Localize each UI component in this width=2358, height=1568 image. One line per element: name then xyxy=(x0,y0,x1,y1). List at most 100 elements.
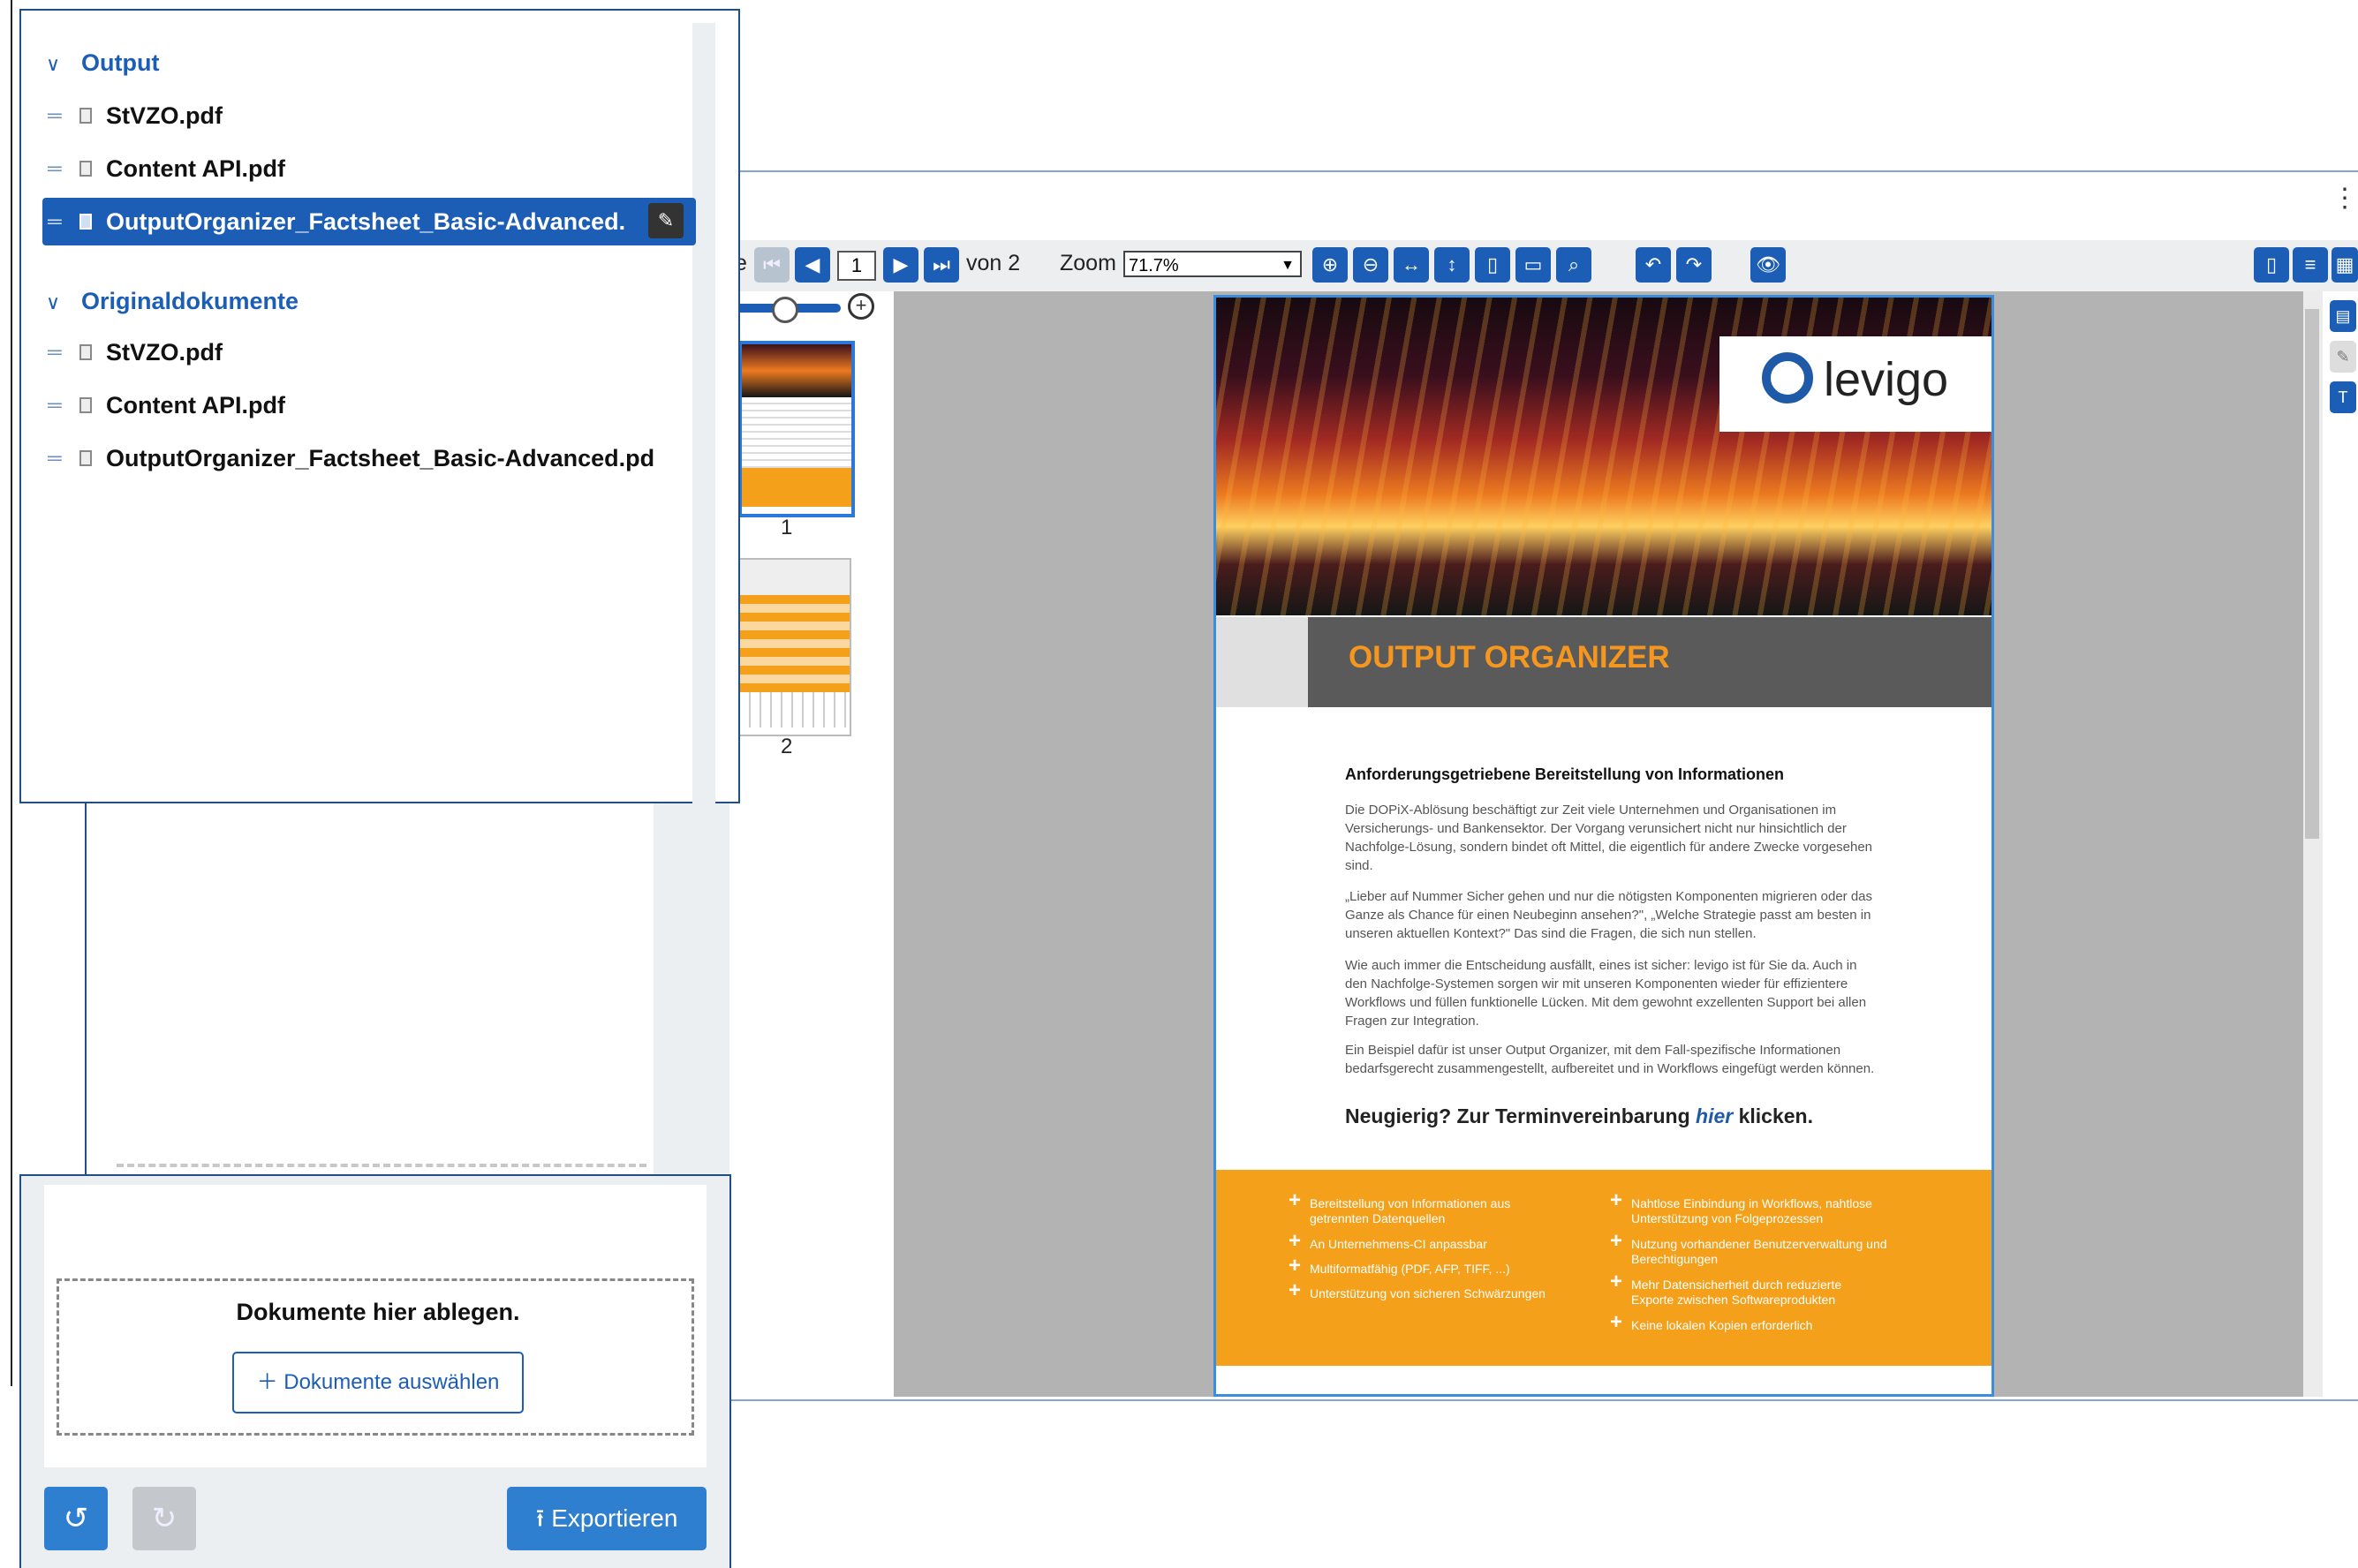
feature-bullet: Unterstützung von sicheren Schwärzungen xyxy=(1289,1283,1566,1301)
levigo-logo: levigo xyxy=(1719,336,1991,432)
feature-bullet: Nutzung vorhandener Benutzerverwaltung u… xyxy=(1610,1233,1887,1267)
zoom-label: Zoom xyxy=(1060,251,1116,275)
document-paragraph: „Lieber auf Nummer Sicher gehen und nur … xyxy=(1345,889,1873,941)
logo-text: levigo xyxy=(1824,353,1949,406)
drag-handle-icon[interactable]: ═ xyxy=(48,394,62,417)
cta-link[interactable]: hier xyxy=(1696,1104,1733,1127)
section-output[interactable]: Output xyxy=(81,49,159,77)
drop-zone[interactable]: Dokumente hier ablegen. ＋ Dokumente ausw… xyxy=(57,1278,694,1436)
feature-bullet: Bereitstellung von Informationen aus get… xyxy=(1289,1193,1566,1226)
tree-item-output[interactable]: Content API.pdf xyxy=(106,155,285,183)
window-edge-line xyxy=(11,0,12,1386)
zoom-in-icon[interactable]: ⊕ xyxy=(1312,247,1348,283)
tree-item-original[interactable]: StVZO.pdf xyxy=(106,339,223,366)
panel-scrollbar[interactable] xyxy=(692,23,715,803)
rotate-right-icon[interactable]: ↷ xyxy=(1676,247,1712,283)
page-number-input[interactable]: 1 xyxy=(837,251,876,281)
file-icon xyxy=(79,214,92,234)
feature-bullet: Keine lokalen Kopien erforderlich xyxy=(1610,1315,1887,1333)
export-label: Exportieren xyxy=(551,1504,678,1532)
chevron-down-icon[interactable]: ∨ xyxy=(46,291,60,314)
tree-item-output[interactable]: StVZO.pdf xyxy=(106,102,223,130)
annotation-toolbar xyxy=(2323,291,2358,1397)
undo-icon: ↺ xyxy=(63,1502,89,1535)
chevron-down-icon[interactable]: ∨ xyxy=(46,53,60,76)
grid-view-icon[interactable]: ▦ xyxy=(2332,247,2358,283)
document-title: OUTPUT ORGANIZER xyxy=(1349,640,1670,675)
tree-item-original[interactable]: OutputOrganizer_Factsheet_Basic-Advanced… xyxy=(106,445,685,472)
pencil-icon[interactable]: ✎ xyxy=(648,203,684,238)
more-options-icon[interactable]: ⋮ xyxy=(2332,185,2358,212)
actual-size-icon[interactable]: ▭ xyxy=(1515,247,1551,283)
drag-handle-icon[interactable]: ═ xyxy=(48,104,62,127)
file-icon xyxy=(79,344,92,365)
levigo-logo-icon xyxy=(1762,352,1813,403)
drop-zone-border xyxy=(117,1164,646,1167)
undo-button[interactable]: ↺ xyxy=(44,1487,108,1550)
title-fade xyxy=(1216,617,1308,707)
organizer-panel-background xyxy=(85,777,731,1174)
next-page-icon[interactable]: ▶ xyxy=(883,247,918,283)
section-originals[interactable]: Originaldokumente xyxy=(81,288,299,315)
scrollbar-thumb[interactable] xyxy=(2305,309,2319,839)
title-bar: OUTPUT ORGANIZER xyxy=(1308,617,1991,707)
cta-prefix: Neugierig? Zur Terminvereinbarung xyxy=(1345,1104,1697,1127)
feature-bullet: Mehr Datensicherheit durch reduzierte Ex… xyxy=(1610,1274,1887,1308)
select-documents-label: Dokumente auswählen xyxy=(283,1370,500,1394)
thumbnail-page-2[interactable] xyxy=(738,558,851,736)
previous-page-icon[interactable]: ◀ xyxy=(795,247,830,283)
first-page-icon[interactable]: ⏮ xyxy=(754,247,790,283)
page-count: von 2 xyxy=(966,251,1021,275)
upload-icon: ⭱ xyxy=(535,1504,552,1532)
zoom-out-icon[interactable]: ⊖ xyxy=(1353,247,1388,283)
tree-item-original[interactable]: Content API.pdf xyxy=(106,392,285,419)
drag-handle-icon[interactable]: ═ xyxy=(48,157,62,180)
continuous-icon[interactable]: ≡ xyxy=(2293,247,2328,283)
file-icon xyxy=(79,397,92,418)
cta-suffix: klicken. xyxy=(1733,1104,1813,1127)
tree-item-output[interactable]: OutputOrganizer_Factsheet_Basic-Advanced… xyxy=(106,208,641,236)
zoom-select[interactable]: 71.7% ▼ xyxy=(1123,251,1302,277)
document-paragraph: Ein Beispiel dafür ist unser Output Orga… xyxy=(1345,1043,1875,1076)
features-band: Bereitstellung von Informationen aus get… xyxy=(1216,1170,1991,1366)
plus-icon: ＋ xyxy=(256,1370,284,1394)
file-icon xyxy=(79,450,92,471)
drag-handle-icon[interactable]: ═ xyxy=(48,210,62,233)
redo-button[interactable]: ↻ xyxy=(132,1487,196,1550)
fit-page-icon[interactable]: ▯ xyxy=(1475,247,1510,283)
feature-bullet: An Unternehmens-CI anpassbar xyxy=(1289,1233,1566,1252)
feature-bullet: Multiformatfähig (PDF, AFP, TIFF, ...) xyxy=(1289,1258,1566,1277)
text-annotation-icon[interactable]: T xyxy=(2330,381,2356,413)
document-paragraph: Die DOPiX-Ablösung beschäftigt zur Zeit … xyxy=(1345,803,1873,873)
slider-handle[interactable] xyxy=(772,297,798,323)
drag-handle-icon[interactable]: ═ xyxy=(48,447,62,470)
feature-bullet: Nahtlose Einbindung in Workflows, nahtlo… xyxy=(1610,1193,1887,1226)
thumbnail-label: 1 xyxy=(781,516,793,539)
document-heading: Anforderungsgetriebene Bereitstellung vo… xyxy=(1345,765,1785,783)
document-page: levigo OUTPUT ORGANIZER Anforderungsgetr… xyxy=(1213,295,1994,1397)
export-button[interactable]: ⭱ Exportieren xyxy=(507,1487,707,1550)
drop-zone-title: Dokumente hier ablegen. xyxy=(236,1299,520,1325)
document-tree-panel: ∨ Output ═ StVZO.pdf ═ Content API.pdf ═… xyxy=(19,9,740,803)
redo-icon: ↻ xyxy=(151,1502,178,1535)
chevron-down-icon: ▼ xyxy=(1281,258,1295,273)
select-documents-button[interactable]: ＋ Dokumente auswählen xyxy=(232,1352,524,1413)
call-to-action: Neugierig? Zur Terminvereinbarung hier k… xyxy=(1345,1104,1813,1128)
rotate-left-icon[interactable]: ↶ xyxy=(1636,247,1671,283)
find-icon[interactable]: 👁 xyxy=(1750,247,1786,283)
file-icon xyxy=(79,108,92,128)
magnifier-icon[interactable]: ⌕ xyxy=(1556,247,1591,283)
import-export-panel: Dokumente hier ablegen. ＋ Dokumente ausw… xyxy=(19,1174,731,1568)
last-page-icon[interactable]: ⏭ xyxy=(924,247,959,283)
fit-height-icon[interactable]: ↕ xyxy=(1434,247,1470,283)
thumbnail-page-1[interactable] xyxy=(738,341,855,517)
file-icon xyxy=(79,161,92,181)
drag-handle-icon[interactable]: ═ xyxy=(48,341,62,364)
panel-splitter[interactable] xyxy=(654,777,729,1174)
pencil-icon[interactable]: ✎ xyxy=(2330,341,2356,373)
plus-icon[interactable]: + xyxy=(848,293,874,320)
fit-width-icon[interactable]: ↔ xyxy=(1394,247,1429,283)
document-info-icon[interactable]: ▤ xyxy=(2330,300,2356,332)
single-page-icon[interactable]: ▯ xyxy=(2254,247,2289,283)
zoom-value: 71.7% xyxy=(1129,256,1179,275)
